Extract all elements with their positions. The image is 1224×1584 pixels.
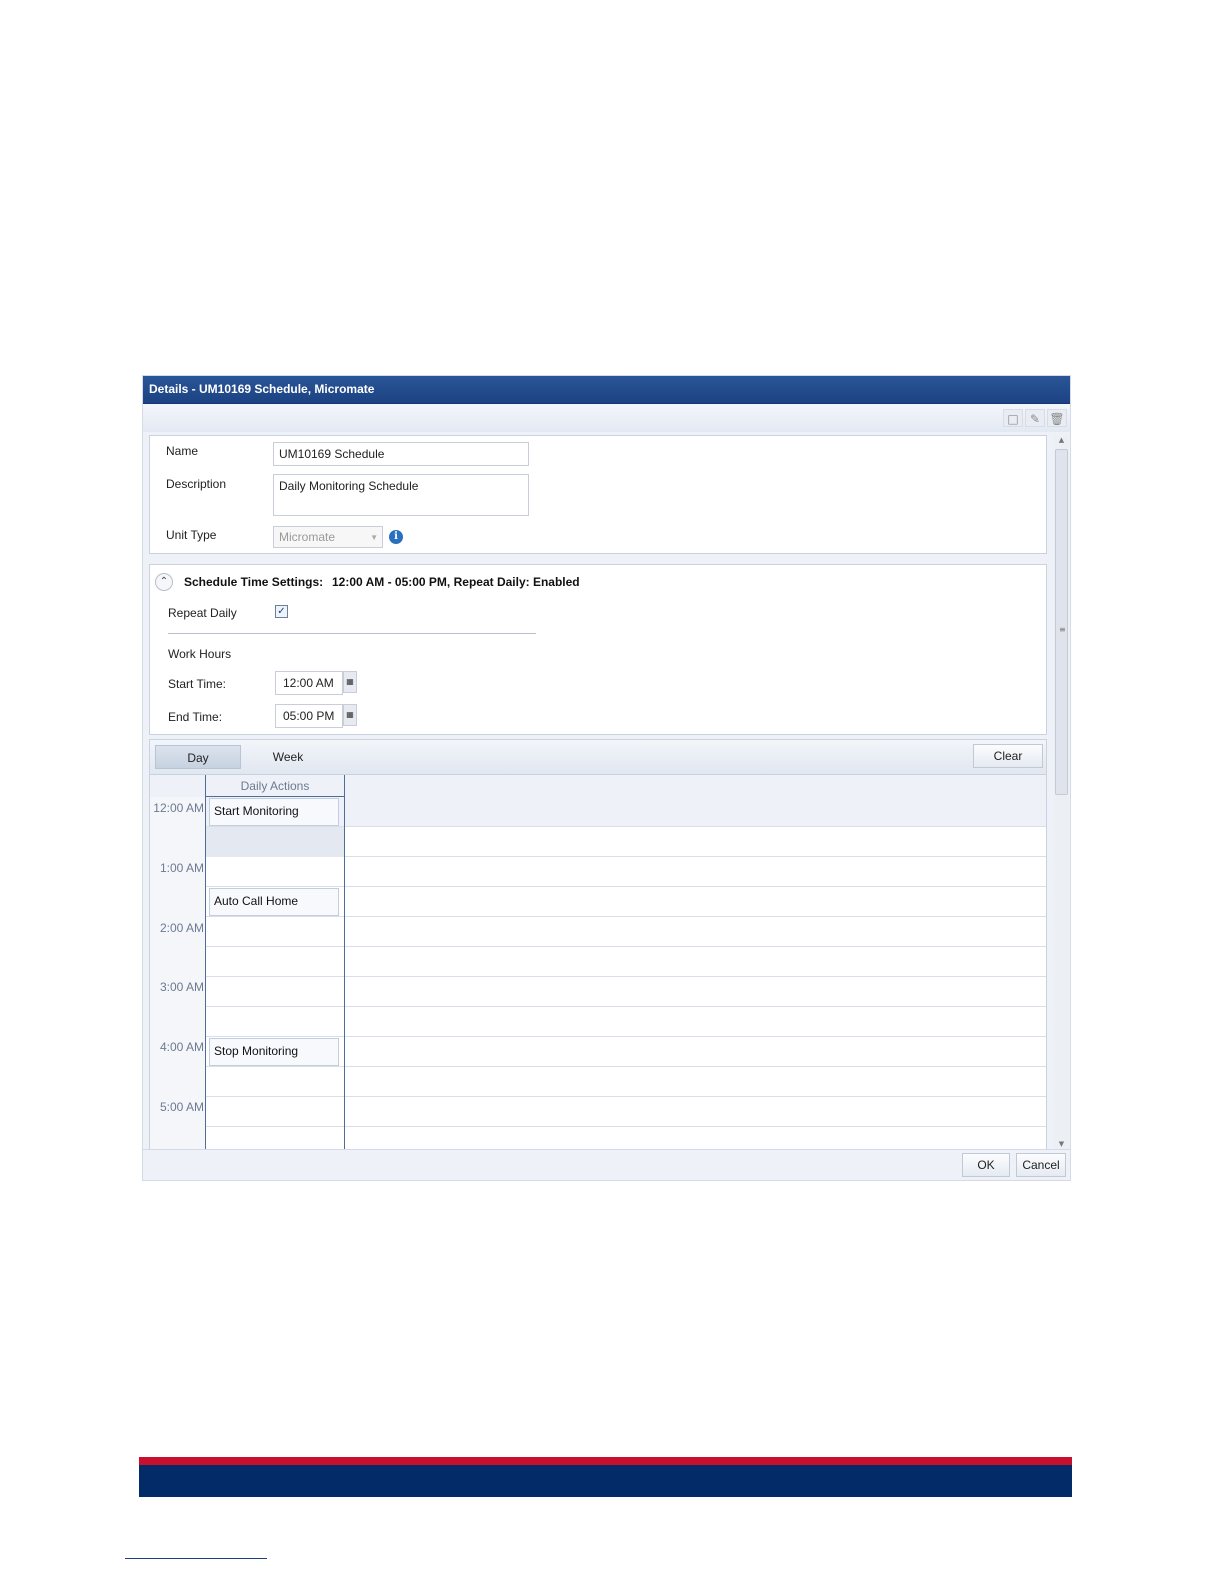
tab-day[interactable]: Day <box>155 745 241 769</box>
time-label: 1:00 AM <box>159 861 204 875</box>
start-time-input[interactable]: 12:00 AM <box>275 671 343 695</box>
details-dialog: Details - UM10169 Schedule, Micromate □ … <box>142 375 1071 1181</box>
time-label: 3:00 AM <box>159 980 204 994</box>
start-time-label: Start Time: <box>168 677 227 691</box>
scroll-down-arrow-icon[interactable]: ▼ <box>1054 1140 1069 1148</box>
footer-rule <box>125 1558 267 1559</box>
time-gutter <box>150 797 206 1151</box>
section-title: Schedule Time Settings: <box>184 575 324 589</box>
repeat-daily-checkbox[interactable]: ✓ <box>275 605 288 618</box>
time-label: 12:00 AM <box>153 801 204 815</box>
toolbar: □ ✎ 🗑 <box>143 404 1070 432</box>
scroll-up-arrow-icon[interactable]: ▲ <box>1054 436 1069 444</box>
event-auto-call-home[interactable]: Auto Call Home <box>209 888 339 916</box>
schedule-time-settings-panel: ⌃ Schedule Time Settings: 12:00 AM - 05:… <box>149 564 1047 735</box>
event-start-monitoring[interactable]: Start Monitoring <box>209 798 339 826</box>
daily-actions-column[interactable]: Daily Actions Start Monitoring Auto Call… <box>205 775 345 1151</box>
info-icon[interactable]: i <box>389 530 403 544</box>
unit-type-dropdown: Micromate ▼ <box>273 526 383 548</box>
view-tab-bar: Day Week Clear <box>149 739 1047 775</box>
name-field[interactable]: UM10169 Schedule <box>273 442 529 466</box>
grip-icon: ≡ <box>1059 625 1066 634</box>
scroll-thumb[interactable]: ≡ <box>1055 449 1068 795</box>
divider <box>168 633 536 634</box>
section-summary: 12:00 AM - 05:00 PM, Repeat Daily: Enabl… <box>332 575 580 589</box>
dialog-footer: OK Cancel <box>143 1149 1070 1180</box>
ok-button[interactable]: OK <box>962 1153 1010 1177</box>
event-stop-monitoring[interactable]: Stop Monitoring <box>209 1038 339 1066</box>
work-hours-label: Work Hours <box>168 647 232 661</box>
brand-bar-navy <box>139 1465 1072 1497</box>
tab-week[interactable]: Week <box>250 745 326 769</box>
end-time-picker-icon[interactable]: ▦ <box>343 704 357 726</box>
title-bar[interactable]: Details - UM10169 Schedule, Micromate <box>143 376 1070 404</box>
delete-trash-icon[interactable]: 🗑 <box>1047 409 1067 427</box>
edit-pencil-icon[interactable]: ✎ <box>1025 409 1045 427</box>
selected-slot <box>206 827 344 857</box>
window-title: Details - UM10169 Schedule, Micromate <box>149 382 375 396</box>
clear-button[interactable]: Clear <box>973 744 1043 768</box>
unit-type-label: Unit Type <box>166 528 217 542</box>
description-field[interactable]: Daily Monitoring Schedule <box>273 474 529 516</box>
end-time-input[interactable]: 05:00 PM <box>275 704 343 728</box>
description-label: Description <box>166 477 227 491</box>
day-calendar: 12:00 AM 1:00 AM 2:00 AM 3:00 AM 4:00 AM… <box>149 775 1047 1151</box>
brand-bar-red <box>139 1457 1072 1465</box>
unit-type-value: Micromate <box>279 530 336 544</box>
time-label: 4:00 AM <box>159 1040 204 1054</box>
time-label: 2:00 AM <box>159 921 204 935</box>
time-label: 5:00 AM <box>159 1100 204 1114</box>
new-document-icon[interactable]: □ <box>1003 409 1023 427</box>
name-label: Name <box>166 444 199 458</box>
cancel-button[interactable]: Cancel <box>1016 1153 1066 1177</box>
collapse-chevron-up-icon[interactable]: ⌃ <box>155 573 173 591</box>
repeat-daily-label: Repeat Daily <box>168 606 237 620</box>
end-time-label: End Time: <box>168 710 223 724</box>
general-info-panel: Name UM10169 Schedule Description Daily … <box>149 435 1047 554</box>
chevron-down-icon: ▼ <box>370 533 378 542</box>
daily-actions-header: Daily Actions <box>206 775 344 797</box>
vertical-scrollbar[interactable]: ▲ ≡ ▼ <box>1054 436 1069 1150</box>
start-time-picker-icon[interactable]: ▦ <box>343 671 357 693</box>
